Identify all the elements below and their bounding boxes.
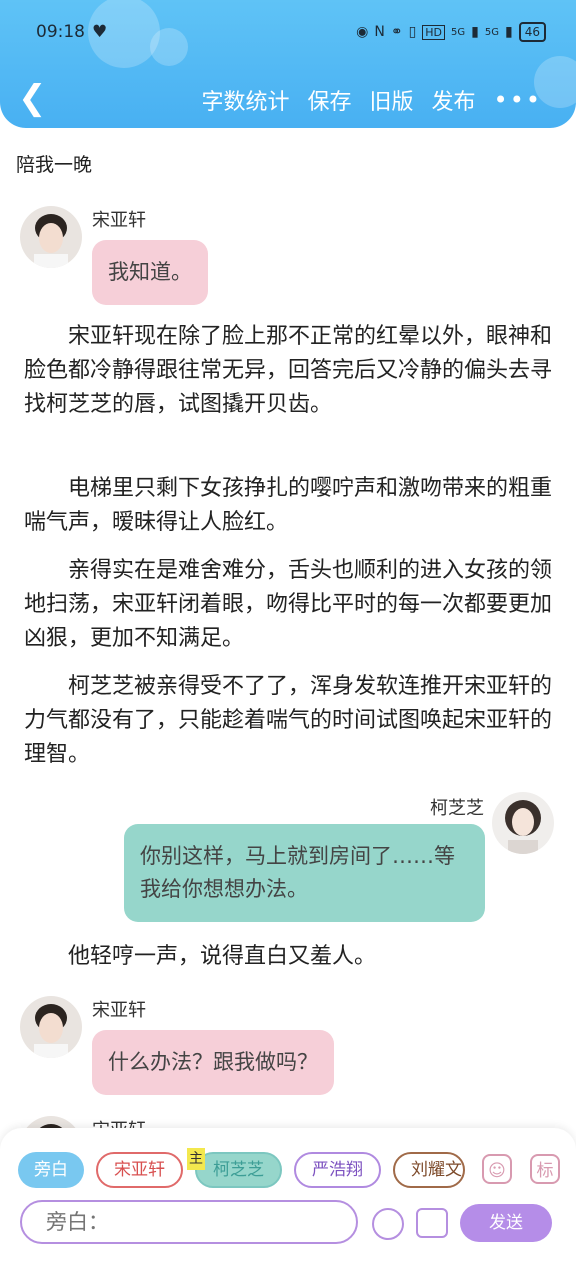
narration-paragraph[interactable]: 柯芝芝被亲得受不了了，浑身发软连推开宋亚轩的力气都没有了，只能趁着喘气的时间试图… [24,670,556,772]
role-chip-narration[interactable]: 旁白 [18,1152,84,1188]
save-button[interactable]: 保存 [307,84,351,116]
heart-shield-icon: ♥ [92,22,108,42]
hd-icon: HD [422,24,446,40]
more-dots-icon[interactable]: ••• [494,86,542,114]
portrait-icon [20,206,82,268]
chapter-title: 陪我一晚 [16,154,93,176]
role-chips: 旁白 宋亚轩 主 柯芝芝 严浩翔 刘耀文 [18,1148,465,1188]
old-version-button[interactable]: 旧版 [370,84,414,116]
app-header: 09:18 ♥ ◉ N ⚭ ▯ HD 5G ▮ 5G ▮ 46 ❮ 字数统计 保… [0,0,576,128]
nav-bar: ❮ 字数统计 保存 旧版 发布 ••• [0,80,576,120]
network-label-2: 5G [484,26,499,38]
emoji-smile-icon[interactable] [372,1208,404,1240]
narration-paragraph[interactable]: 电梯里只剩下女孩挣扎的嘤咛声和激吻带来的粗重喘气声，暧昧得让人脸红。 [24,472,556,540]
speaker-name: 柯芝芝 [430,798,484,819]
battery-icon: 46 [518,22,546,42]
person-card-icon[interactable]: ☺ [482,1154,512,1184]
network-label: 5G [451,26,466,38]
speaker-name: 宋亚轩 [92,1000,146,1021]
portrait-icon [20,1116,82,1128]
role-chip-yanhaoxiang[interactable]: 严浩翔 [294,1152,381,1188]
main-role-badge: 主 [187,1148,205,1170]
portrait-icon [20,996,82,1058]
narration-paragraph[interactable]: 亲得实在是难舍难分，舌头也顺利的进入女孩的领地扫荡，宋亚轩闭着眼，吻得比平时的每… [24,554,556,656]
signal-icon-2: ▮ [505,24,513,40]
role-chip-liuyaowen[interactable]: 刘耀文 [393,1152,465,1188]
avatar-songyaxuan[interactable] [20,206,82,268]
narration-paragraph[interactable]: 宋亚轩现在除了脸上那不正常的红晕以外，眼神和脸色都冷静得跟往常无异，回答完后又冷… [24,320,556,422]
chat-bubble[interactable]: 我知道。 [92,240,208,305]
avatar-songyaxuan[interactable] [20,1116,82,1128]
speaker-name: 宋亚轩 [92,1116,146,1128]
role-chip-songyaxuan[interactable]: 宋亚轩 [96,1152,183,1188]
chevron-left-icon[interactable]: ❮ [18,80,47,116]
role-chip-kezhizhi[interactable]: 主 柯芝芝 [187,1148,282,1188]
composer-panel: 旁白 宋亚轩 主 柯芝芝 严浩翔 刘耀文 ☺ 标 发送 [0,1128,576,1280]
role-chip-label: 柯芝芝 [213,1160,264,1180]
portrait-icon [492,792,554,854]
send-button[interactable]: 发送 [460,1204,552,1242]
message-input[interactable] [44,1209,338,1235]
headphone-icon: ⚭ [390,24,403,40]
eye-icon: ◉ [356,24,369,40]
chat-bubble[interactable]: 你别这样，马上就到房间了……等我给你想想办法。 [124,824,485,922]
chat-bubble[interactable]: 什么办法？跟我做吗？ [92,1030,334,1095]
story-content: 陪我一晚 宋亚轩 我知道。 宋亚轩现在除了脸上那不正常的红晕以外，眼神和脸色都冷… [0,128,576,1128]
status-time: 09:18 [36,22,85,42]
speaker-name: 宋亚轩 [92,210,146,231]
avatar-songyaxuan[interactable] [20,996,82,1058]
narration-input-field[interactable] [20,1200,358,1244]
narration-paragraph[interactable]: 他轻哼一声，说得直白又羞人。 [24,940,556,974]
word-count-button[interactable]: 字数统计 [201,84,289,116]
status-bar: 09:18 ♥ ◉ N ⚭ ▯ HD 5G ▮ 5G ▮ 46 [36,22,546,48]
vibrate-icon: ▯ [408,24,417,40]
avatar-kezhizhi[interactable] [492,792,554,854]
mark-tag-icon[interactable]: 标 [530,1154,560,1184]
image-picture-icon[interactable] [416,1208,448,1238]
publish-button[interactable]: 发布 [432,84,476,116]
nfc-icon: N [374,24,385,40]
signal-icon: ▮ [471,24,479,40]
